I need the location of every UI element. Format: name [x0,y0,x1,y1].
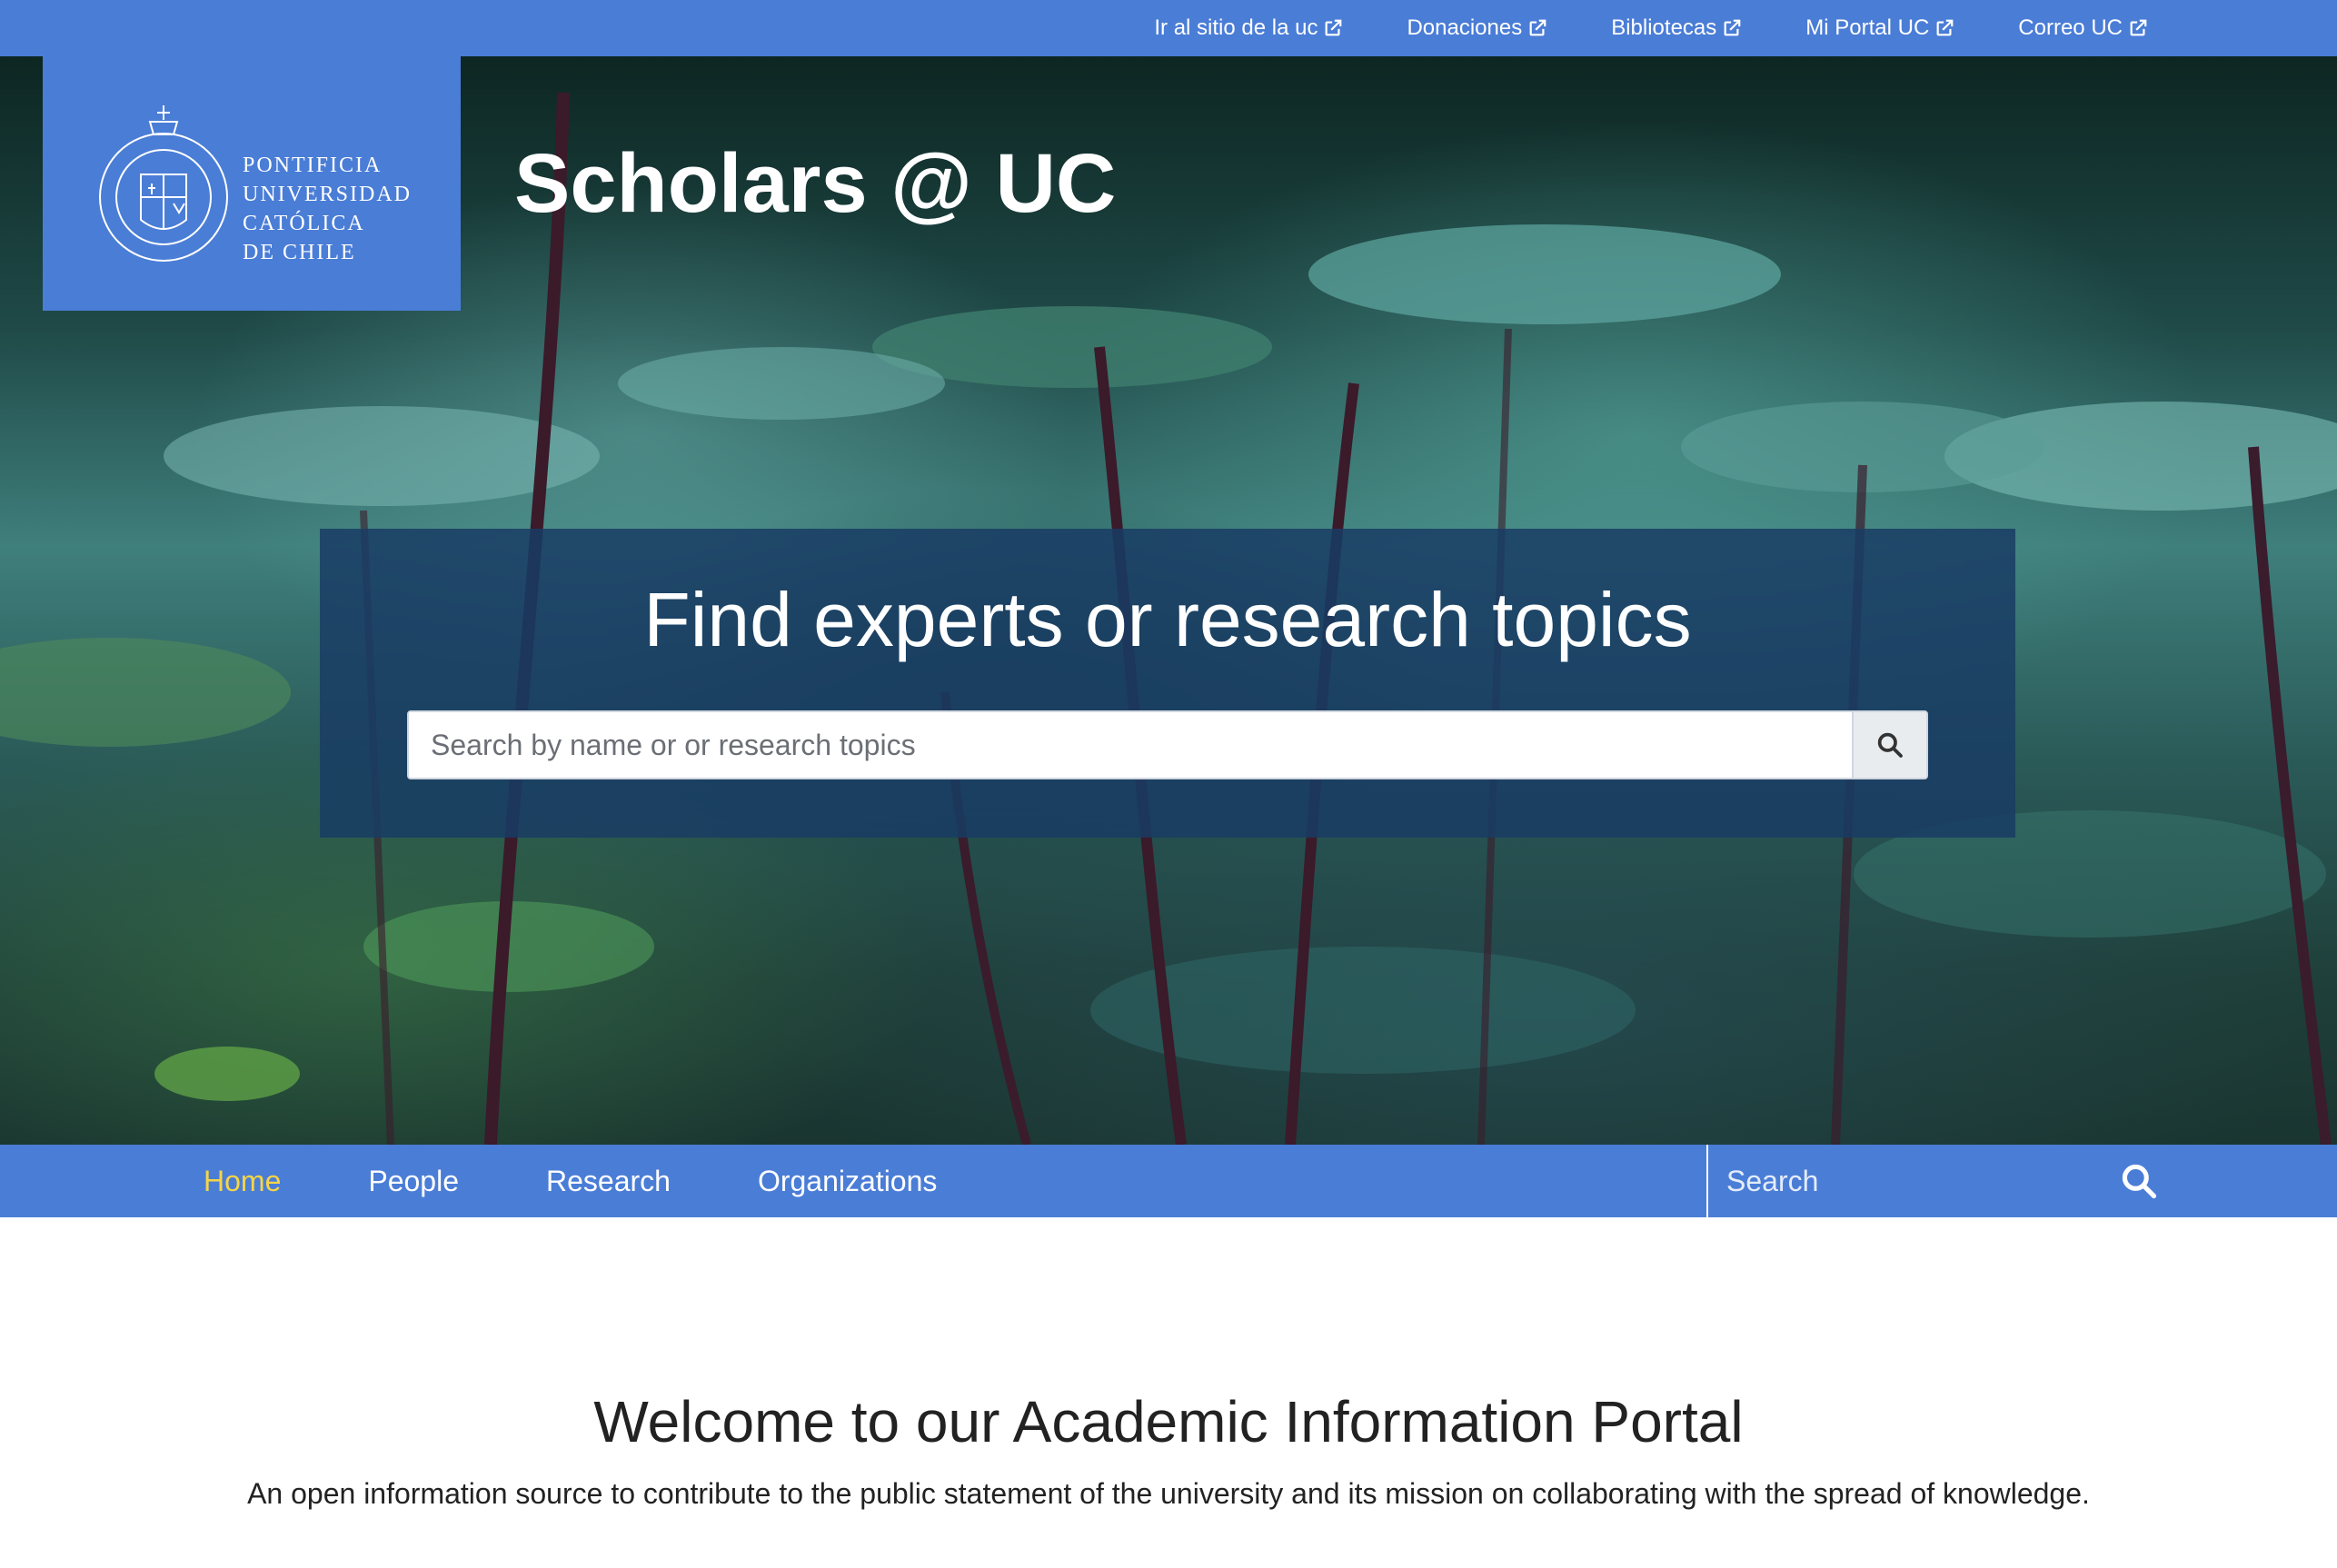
external-link-icon [1724,19,1741,36]
hero-search-input[interactable] [409,712,1854,778]
site-title[interactable]: Scholars @ UC [514,136,1116,232]
top-link-mi-portal[interactable]: Mi Portal UC [1805,15,1954,41]
university-name-line: CATÓLICA [243,212,365,235]
university-name-line: PONTIFICIA [243,154,383,177]
external-link-icon [1529,19,1546,36]
nav-items: Home People Research Organizations [204,1145,1024,1217]
external-link-icon [1326,19,1342,36]
top-link-label: Mi Portal UC [1805,15,1930,40]
university-name: PONTIFICIA UNIVERSIDAD CATÓLICA DE CHILE [243,151,412,267]
university-name-line: UNIVERSIDAD [243,183,412,206]
hero-search-heading: Find experts or research topics [643,577,1692,662]
main-navigation: Home People Research Organizations [0,1145,2337,1217]
nav-item-organizations[interactable]: Organizations [758,1165,937,1198]
top-link-donaciones[interactable]: Donaciones [1407,15,1547,41]
hero-search-box [407,710,1928,779]
search-icon[interactable] [2119,1161,2159,1201]
hero-search-panel: Find experts or research topics [320,529,2015,838]
external-link-icon [1936,19,1954,36]
top-link-label: Ir al sitio de la uc [1154,15,1318,40]
nav-search [1706,1145,2161,1217]
university-logo[interactable]: PONTIFICIA UNIVERSIDAD CATÓLICA DE CHILE [43,56,461,311]
nav-item-people[interactable]: People [368,1165,459,1198]
top-utility-bar: Ir al sitio de la uc Donaciones Bibliote… [0,0,2337,56]
external-link-icon [2130,19,2147,36]
hero-search-button[interactable] [1852,712,1926,778]
top-links: Ir al sitio de la uc Donaciones Bibliote… [1090,0,2148,56]
nav-item-home[interactable]: Home [204,1165,281,1198]
top-link-label: Donaciones [1407,15,1523,40]
university-name-line: DE CHILE [243,241,356,264]
top-link-correo[interactable]: Correo UC [2018,15,2148,41]
welcome-subtitle: An open information source to contribute… [247,1477,2090,1510]
nav-search-input[interactable] [1708,1145,2090,1217]
top-link-sitio-uc[interactable]: Ir al sitio de la uc [1154,15,1343,41]
university-seal-icon [99,105,228,262]
top-link-label: Correo UC [2018,15,2123,40]
search-icon [1877,732,1903,758]
welcome-title: Welcome to our Academic Information Port… [593,1389,1744,1454]
nav-item-research[interactable]: Research [546,1165,671,1198]
top-link-label: Bibliotecas [1611,15,1717,40]
top-link-bibliotecas[interactable]: Bibliotecas [1611,15,1742,41]
